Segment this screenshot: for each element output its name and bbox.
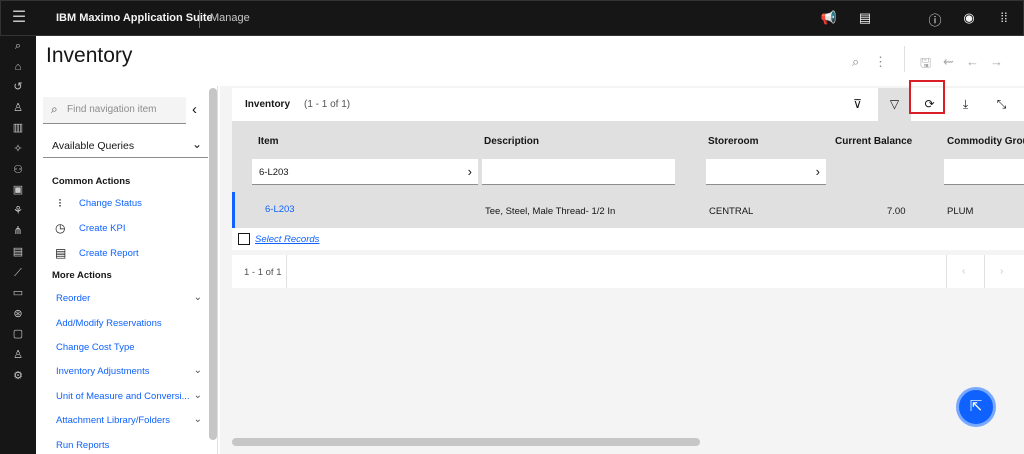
gear-icon[interactable]: ⚙ [0, 366, 36, 387]
megaphone-icon[interactable]: 📢 [819, 10, 839, 26]
help-icon[interactable]: ⓘ [925, 10, 945, 29]
clear-filter-icon[interactable]: ⊽ [841, 88, 874, 121]
chevron-right-icon[interactable]: › [816, 164, 820, 179]
user-settings-icon[interactable]: ⚘ [0, 201, 36, 222]
overflow-icon[interactable]: ⋮ [874, 54, 887, 70]
apps-grid-icon[interactable]: ⁞⁞ [994, 10, 1014, 25]
page-title: Inventory [46, 44, 133, 67]
nav-search-input[interactable]: ⌕ Find navigation item [43, 97, 186, 124]
status-icon: ⁝ [58, 196, 62, 210]
action-unit-of-measure[interactable]: Unit of Measure and Conversi... ⌄ [56, 390, 202, 402]
pagination-divider [946, 255, 947, 288]
search-icon[interactable]: ⌕ [852, 54, 859, 70]
pagination-divider [286, 255, 287, 288]
action-attachment-library[interactable]: Attachment Library/Folders ⌄ [56, 414, 202, 426]
column-header-commodity-group[interactable]: Commodity Grou [947, 136, 1024, 147]
next-page-icon[interactable]: › [1000, 266, 1003, 277]
search-icon[interactable]: ⌕ [0, 36, 36, 57]
pagination-divider [984, 255, 985, 288]
pagination-bar: 1 - 1 of 1 ‹ › [232, 255, 1024, 288]
top-bar: ☰ IBM Maximo Application Suite Manage 📢 … [0, 0, 1024, 36]
clipboard-icon: ▤ [55, 246, 67, 260]
chevron-down-icon: ⌄ [193, 414, 202, 425]
chevron-down-icon: ⌄ [193, 365, 202, 376]
action-inventory-adjustments[interactable]: Inventory Adjustments ⌄ [56, 365, 202, 377]
column-header-storeroom[interactable]: Storeroom [708, 136, 759, 147]
save-icon[interactable]: 🖫 [920, 54, 931, 76]
table-row[interactable]: 6-L203 Tee, Steel, Male Thread- 1/2 In C… [232, 192, 1024, 228]
app-name: Manage [210, 12, 250, 24]
globe-icon[interactable]: ⊛ [0, 304, 36, 325]
clock-icon: ◷ [55, 221, 66, 235]
screen-icon[interactable]: ▭ [0, 283, 36, 304]
header-divider [904, 46, 905, 72]
brand-divider [199, 10, 200, 28]
select-records-checkbox[interactable] [238, 233, 250, 245]
column-header-description[interactable]: Description [484, 136, 539, 147]
back-arrow-icon[interactable]: ← [966, 54, 979, 69]
action-add-modify-reservations[interactable]: Add/Modify Reservations [56, 318, 202, 329]
document-icon[interactable]: ▤ [0, 242, 36, 263]
action-run-reports[interactable]: Run Reports [56, 440, 202, 451]
chevron-down-icon: ⌄ [191, 137, 202, 151]
action-reorder[interactable]: Reorder ⌄ [56, 292, 202, 304]
search-icon: ⌕ [51, 102, 58, 116]
undo-icon[interactable]: ⇜ [943, 54, 954, 70]
report-icon[interactable]: ▣ [0, 180, 36, 201]
download-icon[interactable]: ⤓ [949, 88, 982, 121]
previous-page-icon[interactable]: ‹ [962, 266, 965, 277]
column-header-current-balance[interactable]: Current Balance [835, 136, 912, 147]
history-icon[interactable]: ↺ [0, 77, 36, 98]
chevron-down-icon: ⌄ [193, 292, 202, 303]
chat-icon[interactable]: ⇱ [956, 387, 996, 427]
chevron-down-icon: ⌄ [193, 390, 202, 401]
horizontal-scrollbar[interactable] [232, 438, 700, 446]
column-header-row: Item Description Storeroom Current Balan… [232, 121, 1024, 192]
common-actions-heading: Common Actions [52, 176, 131, 187]
home-icon[interactable]: ⌂ [0, 57, 36, 78]
more-actions-heading: More Actions [52, 270, 112, 281]
nav-search-placeholder: Find navigation item [67, 104, 157, 115]
hierarchy-icon[interactable]: ⋔ [0, 221, 36, 242]
column-header-item[interactable]: Item [258, 136, 279, 147]
person-icon[interactable]: ♙ [0, 345, 36, 366]
forward-arrow-icon[interactable]: → [990, 54, 1003, 69]
briefcase-icon[interactable]: ▢ [0, 324, 36, 345]
row-current-balance: 7.00 [887, 206, 906, 217]
chart-icon[interactable]: ▥ [0, 118, 36, 139]
menu-icon[interactable]: ☰ [1, 1, 37, 37]
select-records-link[interactable]: Select Records [255, 234, 319, 245]
queries-label: Available Queries [52, 140, 135, 152]
nav-scrollbar[interactable] [209, 88, 217, 440]
grid-title: Inventory [245, 99, 291, 110]
network-icon[interactable]: ⚇ [0, 160, 36, 181]
action-change-cost-type[interactable]: Change Cost Type [56, 342, 202, 353]
collapse-panel-icon[interactable]: ‹ [192, 101, 197, 118]
tool-icon[interactable]: ✧ [0, 139, 36, 160]
commodity-filter-input[interactable] [944, 159, 1024, 185]
queries-dropdown[interactable]: Available Queries ⌄ [43, 132, 208, 158]
line-chart-icon[interactable]: ⟋ [0, 263, 36, 284]
minimize-icon[interactable]: ⤡ [985, 88, 1018, 121]
chevron-right-icon[interactable]: › [468, 164, 472, 179]
refresh-highlight-box [909, 80, 945, 114]
grid-header: Inventory (1 - 1 of 1) ⊽ ▽ ⟳ ⤓ ⤡ [232, 88, 1024, 121]
item-filter-value: 6-L203 [259, 167, 289, 178]
description-filter-input[interactable] [482, 159, 675, 185]
side-rail: ⌕ ⌂ ↺ ♙ ▥ ✧ ⚇ ▣ ⚘ ⋔ ▤ ⟋ ▭ ⊛ ▢ ♙ ⚙ [0, 36, 36, 454]
storeroom-filter-input[interactable]: › [706, 159, 826, 185]
row-description: Tee, Steel, Male Thread- 1/2 In [485, 206, 616, 217]
filter-icon[interactable]: ▽ [878, 88, 911, 121]
pagination-count: 1 - 1 of 1 [244, 267, 282, 278]
row-item-link[interactable]: 6-L203 [265, 204, 295, 215]
grid-count: (1 - 1 of 1) [304, 99, 351, 110]
row-commodity-group: PLUM [947, 206, 974, 217]
item-filter-input[interactable]: 6-L203 › [252, 159, 478, 185]
brand-name[interactable]: IBM Maximo Application Suite [56, 12, 213, 24]
user-add-icon[interactable]: ♙ [0, 98, 36, 119]
clipboard-icon[interactable]: ▤ [855, 10, 875, 26]
select-records-row: Select Records [232, 228, 1024, 250]
row-storeroom: CENTRAL [709, 206, 754, 217]
user-icon[interactable]: ◉ [959, 10, 979, 26]
